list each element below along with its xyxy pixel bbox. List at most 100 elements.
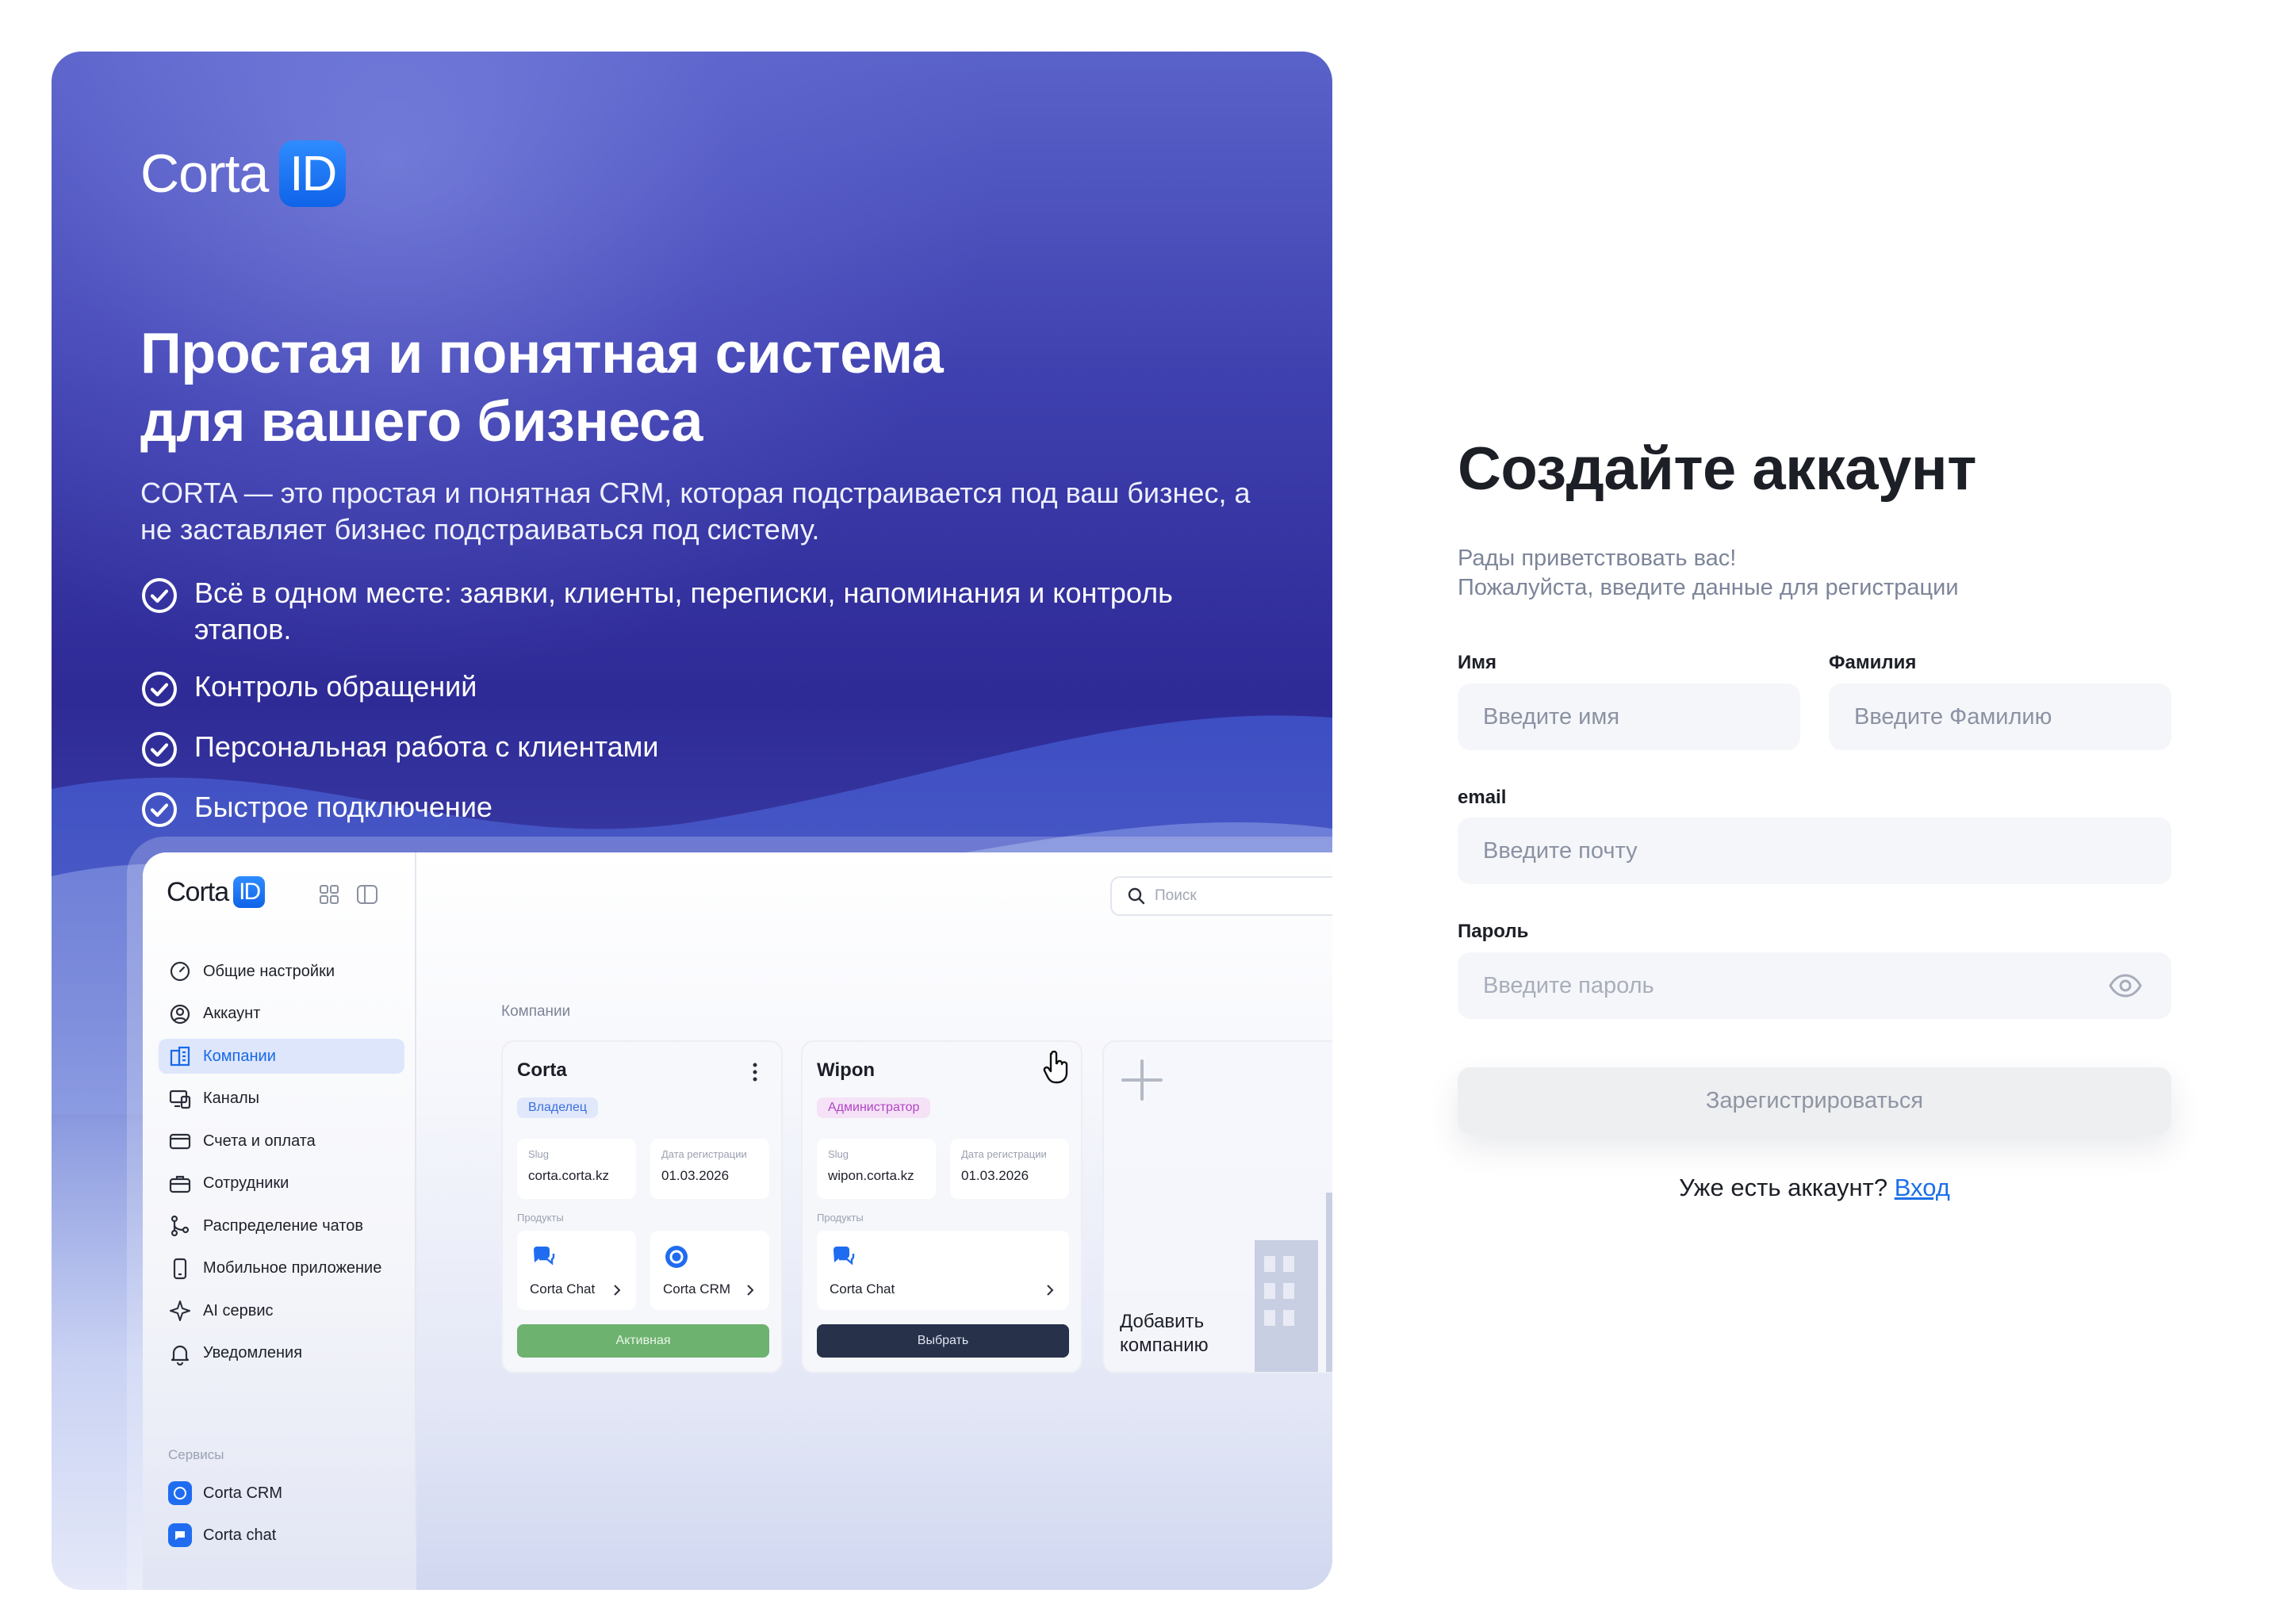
mockup-section-title: Компании <box>501 1003 571 1020</box>
date-value: 01.03.2026 <box>961 1168 1029 1183</box>
bell-icon <box>171 1345 190 1365</box>
menu-item-general-settings: Общие настройки <box>159 954 404 989</box>
company-name: Corta <box>517 1059 567 1081</box>
sidebar-toggle-icon <box>357 885 377 904</box>
form-title: Создайте аккаунт <box>1458 435 1976 503</box>
chat-icon <box>534 1247 555 1266</box>
product-label: Corta Chat <box>830 1281 895 1297</box>
search-icon <box>1128 887 1145 905</box>
products-label: Продукты <box>817 1212 864 1224</box>
date-value: 01.03.2026 <box>661 1168 730 1183</box>
mockup-search: Поиск <box>1110 876 1332 916</box>
slug-value: corta.corta.kz <box>528 1168 610 1183</box>
menu-item-employees: Сотрудники <box>159 1166 404 1201</box>
form-subtitle: Рады приветствовать вас! Пожалуйста, вве… <box>1458 544 2092 603</box>
product-item: Corta Chat <box>517 1231 636 1310</box>
user-circle-icon <box>170 1004 190 1024</box>
service-label: Corta chat <box>203 1526 277 1544</box>
chat-icon <box>834 1247 855 1266</box>
promo-title: Простая и понятная система для вашего би… <box>140 320 1092 456</box>
slug-box: Slug corta.corta.kz <box>517 1139 636 1199</box>
first-name-label: Имя <box>1458 652 1497 673</box>
last-name-input[interactable] <box>1854 703 2171 730</box>
email-field-wrap <box>1458 818 2171 884</box>
brand-word: Corta <box>140 144 269 204</box>
mockup-sidebar: Corta ID Общие настройки Аккаунт Компани… <box>143 852 416 1590</box>
check-circle-icon <box>142 578 177 613</box>
devices-icon <box>169 1090 191 1109</box>
menu-item-label: Мобильное приложение <box>203 1259 382 1277</box>
service-corta-crm: Corta CRM <box>168 1481 282 1505</box>
service-corta-chat: Corta chat <box>168 1523 276 1547</box>
date-box: Дата регистрации 01.03.2026 <box>950 1139 1069 1199</box>
speedometer-icon <box>170 961 190 982</box>
active-company-button: Активная <box>517 1324 769 1358</box>
menu-item-label: AI сервис <box>203 1301 274 1320</box>
chevron-right-icon <box>1047 1285 1054 1296</box>
menu-item-companies: Компании <box>159 1039 404 1074</box>
register-button[interactable]: Зарегистрироваться <box>1458 1067 2171 1134</box>
password-input[interactable] <box>1483 972 2086 999</box>
feature-list: Всё в одном месте: заявки, клиенты, пере… <box>140 575 1195 849</box>
chat-icon <box>168 1523 192 1547</box>
feature-item: Контроль обращений <box>140 668 1195 708</box>
mockup-logo: Corta ID <box>167 876 266 908</box>
menu-item-chat-distribution: Распределение чатов <box>159 1208 404 1243</box>
email-label: email <box>1458 787 1507 808</box>
menu-item-label: Сотрудники <box>203 1174 289 1192</box>
feature-text: Персональная работа с клиентами <box>194 730 659 763</box>
brand-id-badge: ID <box>279 140 347 207</box>
add-company-label: Добавить компанию <box>1120 1311 1209 1356</box>
more-vertical-icon <box>753 1063 757 1082</box>
app-mockup: Corta ID Общие настройки Аккаунт Компани… <box>143 852 1332 1590</box>
hand-cursor-icon <box>1043 1051 1068 1084</box>
password-label: Пароль <box>1458 921 1529 942</box>
menu-item-label: Компании <box>203 1047 276 1065</box>
product-item: Corta CRM <box>650 1231 769 1310</box>
crm-icon <box>168 1481 192 1505</box>
mockup-logo-badge: ID <box>233 876 266 908</box>
company-card: Corta Владелец Slug corta.corta.kz Дата … <box>501 1040 783 1373</box>
email-input[interactable] <box>1483 837 2171 864</box>
services-label: Сервисы <box>168 1447 224 1462</box>
company-card: Wipon Администратор Slug wipon.corta.kz … <box>801 1040 1083 1373</box>
mockup-search-placeholder: Поиск <box>1155 887 1197 904</box>
mockup-menu: Общие настройки Аккаунт Компании Каналы … <box>159 954 404 1378</box>
feature-text: Контроль обращений <box>194 670 477 703</box>
date-key: Дата регистрации <box>961 1148 1047 1160</box>
check-circle-icon <box>142 732 177 767</box>
select-company-button: Выбрать <box>817 1324 1069 1358</box>
promo-panel: Corta ID Простая и понятная система для … <box>52 52 1332 1590</box>
date-key: Дата регистрации <box>661 1148 747 1160</box>
slug-key: Slug <box>828 1148 849 1160</box>
promo-title-line-2: для вашего бизнеса <box>140 390 703 454</box>
mockup-top-icons <box>317 883 379 906</box>
feature-text: Всё в одном месте: заявки, клиенты, пере… <box>194 576 1173 645</box>
chevron-right-icon <box>614 1285 621 1296</box>
check-circle-icon <box>142 672 177 707</box>
last-name-field-wrap <box>1829 684 2171 750</box>
mockup-logo-word: Corta <box>167 876 229 907</box>
login-link[interactable]: Вход <box>1895 1174 1950 1201</box>
plus-icon <box>1121 1059 1163 1101</box>
briefcase-icon <box>169 1175 191 1193</box>
slug-key: Slug <box>528 1148 550 1160</box>
first-name-input[interactable] <box>1483 703 1800 730</box>
password-field-wrap <box>1458 952 2171 1019</box>
menu-item-label: Счета и оплата <box>203 1132 316 1150</box>
grid-icon <box>320 885 339 904</box>
first-name-field-wrap <box>1458 684 1800 750</box>
eye-icon[interactable] <box>2108 971 2143 1000</box>
chevron-right-icon <box>747 1285 754 1296</box>
product-label: Corta CRM <box>663 1281 731 1297</box>
menu-item-label: Уведомления <box>203 1344 303 1362</box>
menu-item-label: Общие настройки <box>203 962 335 980</box>
sparkle-icon <box>170 1300 190 1321</box>
menu-item-billing: Счета и оплата <box>159 1124 404 1159</box>
products-label: Продукты <box>517 1212 564 1224</box>
have-account-text: Уже есть аккаунт? <box>1679 1174 1888 1201</box>
menu-item-notifications: Уведомления <box>159 1336 404 1371</box>
crm-icon <box>665 1246 688 1268</box>
feature-item: Быстрое подключение <box>140 789 1195 829</box>
form-subtitle-line-2: Пожалуйста, введите данные для регистрац… <box>1458 575 1959 600</box>
